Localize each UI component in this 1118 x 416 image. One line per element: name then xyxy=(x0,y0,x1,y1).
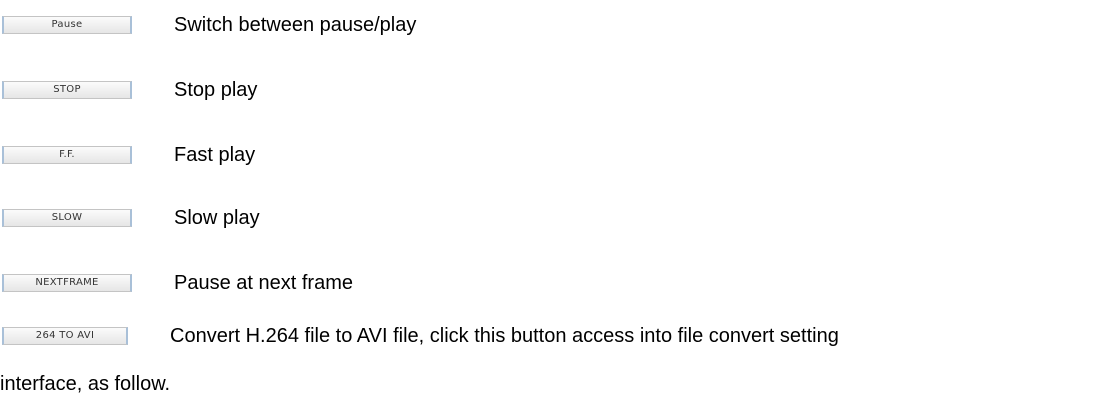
stop-button[interactable]: STOP xyxy=(2,81,132,99)
pause-button[interactable]: Pause xyxy=(2,16,132,34)
264-to-avi-button-description: Convert H.264 file to AVI file, click th… xyxy=(170,325,839,347)
fast-forward-button-description: Fast play xyxy=(174,144,256,166)
stop-button-description: Stop play xyxy=(174,79,258,101)
264-to-avi-button[interactable]: 264 TO AVI xyxy=(2,327,128,345)
slow-button-description: Slow play xyxy=(174,207,260,229)
pause-button-description: Switch between pause/play xyxy=(174,14,417,36)
next-frame-button-description: Pause at next frame xyxy=(174,272,353,294)
next-frame-button[interactable]: NEXTFRAME xyxy=(2,274,132,292)
description-continuation: interface, as follow. xyxy=(0,373,171,395)
slow-button[interactable]: SLOW xyxy=(2,209,132,227)
fast-forward-button[interactable]: F.F. xyxy=(2,146,132,164)
